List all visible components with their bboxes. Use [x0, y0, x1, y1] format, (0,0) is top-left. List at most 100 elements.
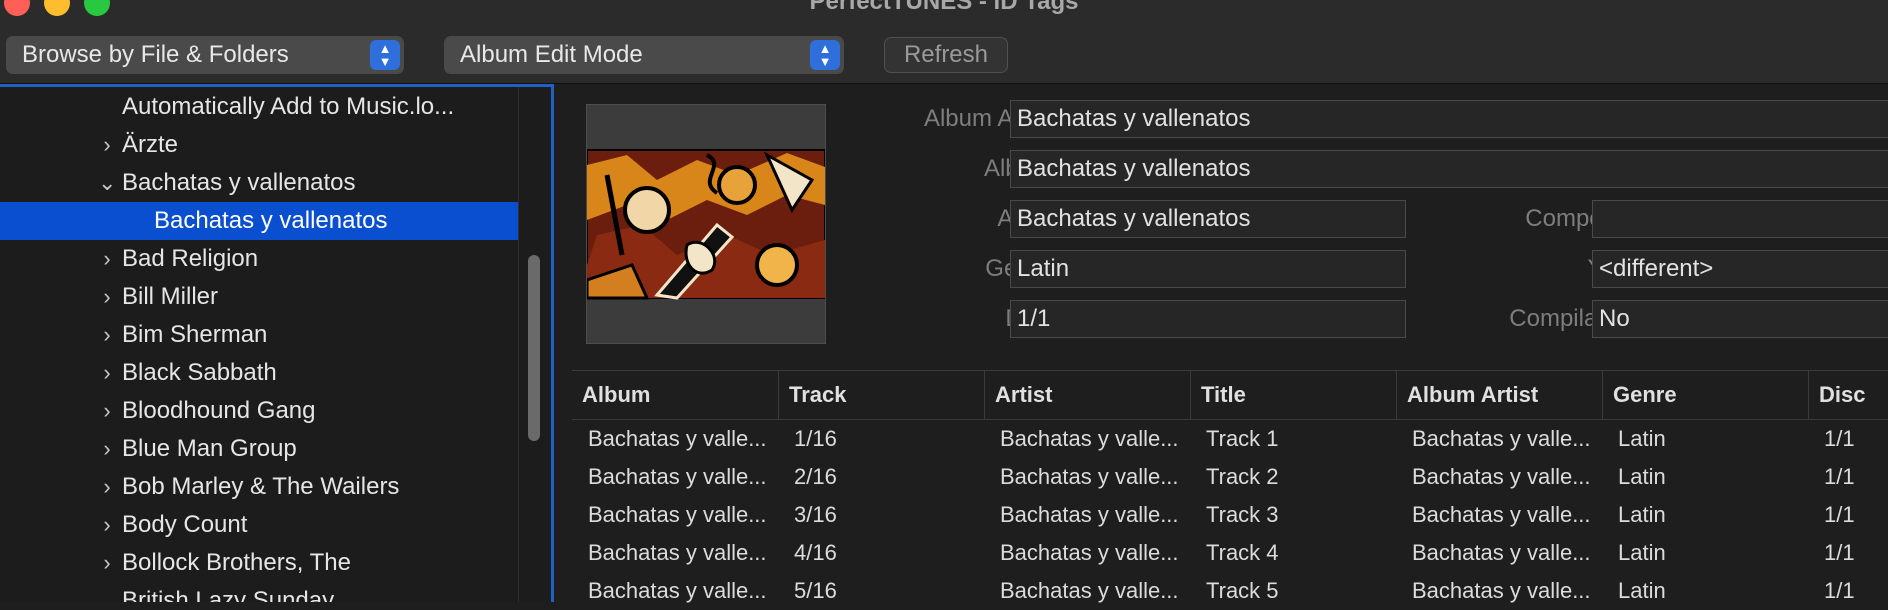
tree-item[interactable]: › Bill Miller: [0, 278, 518, 316]
cell-album-artist: Bachatas y valle...: [1412, 540, 1591, 565]
tree-item[interactable]: Automatically Add to Music.lo...: [0, 88, 518, 126]
tree-item-label: Bachatas y vallenatos: [122, 169, 356, 196]
table-row[interactable]: Bachatas y valle... 5/16 Bachatas y vall…: [572, 572, 1888, 610]
folder-tree[interactable]: Automatically Add to Music.lo... › Ärzte…: [0, 84, 554, 602]
cell-track: 3/16: [794, 502, 837, 527]
tree-item[interactable]: › Bollock Brothers, The: [0, 544, 518, 582]
composer-field[interactable]: [1592, 200, 1888, 238]
scrollbar-thumb[interactable]: [528, 255, 540, 441]
browse-mode-value: Browse by File & Folders: [22, 41, 289, 68]
cell-artist: Bachatas y valle...: [1000, 502, 1179, 527]
chevron-right-icon[interactable]: ›: [98, 544, 116, 582]
chevron-down-icon[interactable]: ⌄: [98, 164, 116, 202]
tree-item[interactable]: ⌄ Bachatas y vallenatos: [0, 164, 518, 202]
tree-item[interactable]: › Bloodhound Gang: [0, 392, 518, 430]
album-artwork[interactable]: [585, 104, 826, 344]
disc-field[interactable]: 1/1: [1010, 300, 1406, 338]
genre-field[interactable]: Latin: [1010, 250, 1406, 288]
album-artist-field[interactable]: Bachatas y vallenatos: [1010, 100, 1888, 138]
toolbar: Browse by File & Folders ▲ ▼ Album Edit M…: [0, 27, 1888, 84]
cell-album: Bachatas y valle...: [588, 426, 767, 451]
column-header-disc[interactable]: Disc: [1808, 371, 1888, 419]
cell-title: Track 3: [1206, 502, 1279, 527]
artist-field[interactable]: Bachatas y vallenatos: [1010, 200, 1406, 238]
cell-artist: Bachatas y valle...: [1000, 540, 1179, 565]
tree-item[interactable]: › Body Count: [0, 506, 518, 544]
tree-item-label: Bill Miller: [122, 283, 218, 310]
cell-genre: Latin: [1618, 502, 1666, 527]
tag-editor: Album Artist Bachatas y vallenatos Album…: [566, 84, 1888, 603]
window-title: PerfectTUNES - ID Tags: [809, 0, 1079, 15]
tree-item[interactable]: › Bad Religion: [0, 240, 518, 278]
cell-album: Bachatas y valle...: [588, 502, 767, 527]
cell-album: Bachatas y valle...: [588, 540, 767, 565]
tree-item[interactable]: › Blue Man Group: [0, 430, 518, 468]
cell-disc: 1/1: [1824, 464, 1855, 489]
chevron-right-icon[interactable]: ›: [98, 506, 116, 544]
compilation-field[interactable]: No: [1592, 300, 1888, 338]
cell-disc: 1/1: [1824, 578, 1855, 603]
tree-item[interactable]: › Black Sabbath: [0, 354, 518, 392]
table-row[interactable]: Bachatas y valle... 1/16 Bachatas y vall…: [572, 420, 1888, 458]
tree-item-label: Body Count: [122, 511, 248, 538]
tree-item-selected[interactable]: Bachatas y vallenatos: [0, 202, 518, 240]
table-row[interactable]: Bachatas y valle... 3/16 Bachatas y vall…: [572, 496, 1888, 534]
chevron-right-icon[interactable]: ›: [98, 468, 116, 506]
cell-track: 4/16: [794, 540, 837, 565]
cell-disc: 1/1: [1824, 502, 1855, 527]
cell-track: 5/16: [794, 578, 837, 603]
tree-item[interactable]: › Ärzte: [0, 126, 518, 164]
updown-chevron-icon: ▲ ▼: [370, 40, 400, 70]
tree-item-label: Bob Marley & The Wailers: [122, 473, 400, 500]
cell-album-artist: Bachatas y valle...: [1412, 464, 1591, 489]
edit-mode-value: Album Edit Mode: [460, 41, 643, 68]
tree-item-label: Blue Man Group: [122, 435, 297, 462]
chevron-right-icon[interactable]: ›: [98, 240, 116, 278]
tree-item-label: Bad Religion: [122, 245, 259, 272]
tree-item-label: Bloodhound Gang: [122, 397, 316, 424]
cell-disc: 1/1: [1824, 540, 1855, 565]
cell-album: Bachatas y valle...: [588, 578, 767, 603]
column-header-title[interactable]: Title: [1190, 371, 1396, 419]
column-header-genre[interactable]: Genre: [1602, 371, 1808, 419]
cell-genre: Latin: [1618, 426, 1666, 451]
updown-chevron-icon: ▲ ▼: [810, 40, 840, 70]
album-artwork-image: [585, 149, 826, 300]
tree-item[interactable]: British Lazy Sunday: [0, 582, 518, 602]
cell-artist: Bachatas y valle...: [1000, 464, 1179, 489]
tree-item[interactable]: › Bim Sherman: [0, 316, 518, 354]
year-field[interactable]: <different>: [1592, 250, 1888, 288]
edit-mode-select[interactable]: Album Edit Mode ▲ ▼: [444, 36, 844, 74]
chevron-right-icon[interactable]: ›: [98, 392, 116, 430]
album-field[interactable]: Bachatas y vallenatos: [1010, 150, 1888, 188]
cell-genre: Latin: [1618, 578, 1666, 603]
refresh-button[interactable]: Refresh: [884, 37, 1008, 73]
column-header-album-artist[interactable]: Album Artist: [1396, 371, 1602, 419]
cell-genre: Latin: [1618, 464, 1666, 489]
chevron-right-icon[interactable]: ›: [98, 316, 116, 354]
tree-item-label: Bim Sherman: [122, 321, 268, 348]
tree-item-label: Black Sabbath: [122, 359, 277, 386]
tree-item-label: Bachatas y vallenatos: [154, 207, 388, 234]
column-header-artist[interactable]: Artist: [984, 371, 1190, 419]
column-header-album[interactable]: Album: [572, 371, 778, 419]
title-bar: PerfectTUNES - ID Tags: [0, 0, 1888, 27]
browse-mode-select[interactable]: Browse by File & Folders ▲ ▼: [6, 36, 404, 74]
cell-track: 2/16: [794, 464, 837, 489]
cell-album-artist: Bachatas y valle...: [1412, 578, 1591, 603]
cell-title: Track 1: [1206, 426, 1279, 451]
table-row[interactable]: Bachatas y valle... 2/16 Bachatas y vall…: [572, 458, 1888, 496]
chevron-right-icon[interactable]: ›: [98, 126, 116, 164]
column-header-track[interactable]: Track: [778, 371, 984, 419]
chevron-right-icon[interactable]: ›: [98, 278, 116, 316]
cell-album-artist: Bachatas y valle...: [1412, 426, 1591, 451]
tracks-table-header: Album Track Artist Title Album Artist Ge…: [572, 370, 1888, 420]
chevron-right-icon[interactable]: ›: [98, 430, 116, 468]
table-row[interactable]: Bachatas y valle... 4/16 Bachatas y vall…: [572, 534, 1888, 572]
tree-item[interactable]: › Bob Marley & The Wailers: [0, 468, 518, 506]
cell-title: Track 5: [1206, 578, 1279, 603]
sidebar-scrollbar[interactable]: [518, 87, 551, 602]
chevron-right-icon[interactable]: ›: [98, 354, 116, 392]
cell-genre: Latin: [1618, 540, 1666, 565]
cell-album: Bachatas y valle...: [588, 464, 767, 489]
